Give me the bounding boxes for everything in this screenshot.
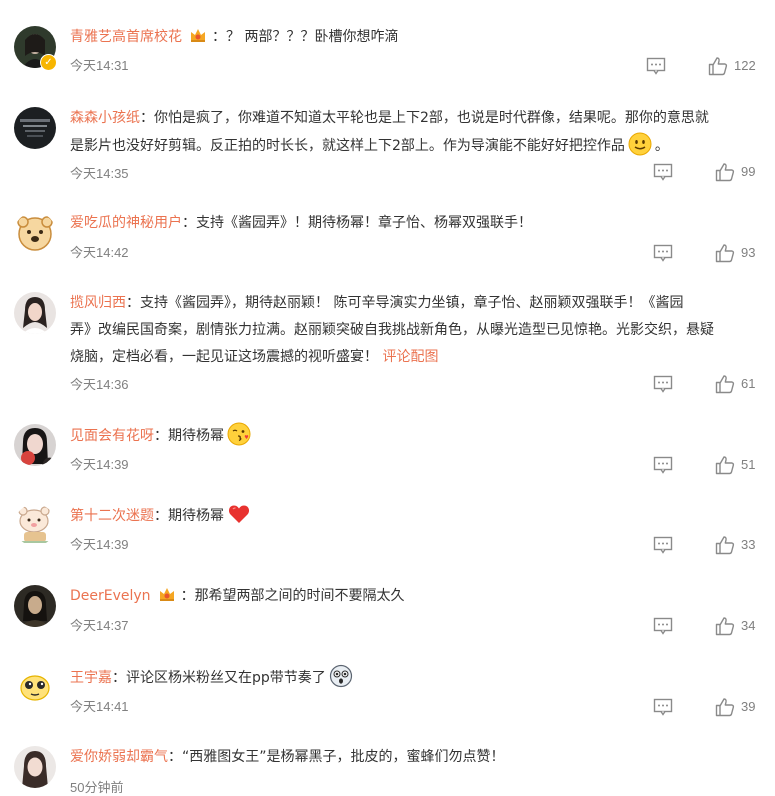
like-button[interactable]: 93 xyxy=(715,243,770,263)
like-button[interactable]: 39 xyxy=(715,697,770,717)
thumbs-up-icon xyxy=(715,456,735,475)
comment-time: 今天14:35 xyxy=(70,166,129,181)
avatar[interactable] xyxy=(14,107,56,149)
avatar[interactable] xyxy=(14,212,56,254)
avatar[interactable] xyxy=(14,746,56,788)
like-count: 122 xyxy=(734,58,756,73)
like-button[interactable]: 51 xyxy=(715,455,770,475)
thumbs-up-icon xyxy=(715,375,735,394)
avatar[interactable] xyxy=(14,292,56,334)
like-button[interactable]: 61 xyxy=(715,374,770,394)
comment-bubble-icon[interactable] xyxy=(653,375,673,393)
comment-bubble-icon[interactable] xyxy=(653,163,673,181)
avatar[interactable] xyxy=(14,504,56,546)
comment-time: 今天14:42 xyxy=(70,245,129,260)
comment-text: 青雅艺高首席校花：？ 两部？？？卧槽你想咋滴 xyxy=(70,24,765,51)
username-link[interactable]: 第十二次迷题 xyxy=(70,508,154,524)
like-count: 33 xyxy=(741,537,756,552)
thumbs-up-icon xyxy=(715,163,735,182)
thumbs-up-icon xyxy=(715,698,735,717)
kiss-emoji-icon xyxy=(227,422,251,446)
image-link[interactable]: 评论配图 xyxy=(382,349,438,365)
comment-text: 第十二次迷题：期待杨幂 xyxy=(70,502,765,530)
comment-text: 见面会有花呀：期待杨幂 xyxy=(70,422,765,450)
username-link[interactable]: 爱吃瓜的神秘用户 xyxy=(70,215,182,231)
comment-text: 王宇嘉：评论区杨米粉丝又在pp带节奏了 xyxy=(70,664,765,692)
like-count: 61 xyxy=(741,376,756,391)
username-link[interactable]: DeerEvelyn xyxy=(70,588,151,604)
comment-bubble-icon[interactable] xyxy=(653,536,673,554)
username-link[interactable]: 见面会有花呀 xyxy=(70,428,154,444)
like-button[interactable]: 99 xyxy=(715,162,770,182)
username-link[interactable]: 揽风归西 xyxy=(70,295,126,311)
username-link[interactable]: 王宇嘉 xyxy=(70,670,112,686)
comment-time: 今天14:41 xyxy=(70,699,129,714)
avatar[interactable] xyxy=(14,585,56,627)
username-link[interactable]: 青雅艺高首席校花 xyxy=(70,29,182,45)
comment-text: DeerEvelyn ：那希望两部之间的时间不要隔太久 xyxy=(70,583,765,610)
thumbs-up-icon xyxy=(715,244,735,263)
avatar[interactable] xyxy=(14,424,56,466)
shocked-emoji-icon xyxy=(329,664,352,688)
comment-time: 今天14:39 xyxy=(70,537,129,552)
comment-time: 今天14:36 xyxy=(70,377,129,392)
comment-bubble-icon[interactable] xyxy=(653,698,673,716)
comment-text: 爱你娇弱却霸气：“西雅图女王”是杨幂黑子，批皮的，蜜蜂们勿点赞！ xyxy=(70,749,505,765)
comment-bubble-icon[interactable] xyxy=(653,456,673,474)
comment-text: 揽风归西：支持《酱园弄》，期待赵丽颖！ 陈可辛导演实力坐镇，章子怡、赵丽颖双强联… xyxy=(70,295,714,365)
like-count: 51 xyxy=(741,457,756,472)
crown-medal-icon xyxy=(191,29,205,42)
crown-medal-icon xyxy=(159,588,174,601)
avatar[interactable] xyxy=(14,666,56,708)
like-count: 99 xyxy=(741,164,756,179)
comment-time: 今天14:31 xyxy=(70,58,129,73)
comment-text: 爱吃瓜的神秘用户：支持《酱园弄》！期待杨幂！章子怡、杨幂双强联手！ xyxy=(70,215,532,231)
comment-bubble-icon[interactable] xyxy=(653,617,673,635)
thumbs-up-icon xyxy=(708,57,728,76)
verified-badge-icon: ✓ xyxy=(40,54,57,71)
comment-time: 今天14:39 xyxy=(70,457,129,472)
thumbs-up-icon xyxy=(715,617,735,636)
heart-emoji-icon xyxy=(228,505,250,523)
comment-bubble-icon[interactable] xyxy=(653,244,673,262)
username-link[interactable]: 爱你娇弱却霸气 xyxy=(70,749,168,765)
like-count: 34 xyxy=(741,618,756,633)
smile-emoji-icon xyxy=(628,132,652,156)
thumbs-up-icon xyxy=(715,536,735,555)
like-count: 39 xyxy=(741,699,756,714)
comment-text: 森森小孩纸：你怕是疯了，你难道不知道太平轮也是上下2部，也说是时代群像，结果呢。… xyxy=(70,110,709,156)
username-link[interactable]: 森森小孩纸 xyxy=(70,110,140,126)
comment-bubble-icon[interactable] xyxy=(646,57,666,75)
comment-time: 今天14:37 xyxy=(70,618,129,633)
comment-time: 50分钟前 xyxy=(70,780,124,795)
like-button[interactable]: 34 xyxy=(715,616,770,636)
like-button[interactable]: 122 xyxy=(708,56,768,76)
like-button[interactable]: 33 xyxy=(715,535,770,555)
like-count: 93 xyxy=(741,245,756,260)
